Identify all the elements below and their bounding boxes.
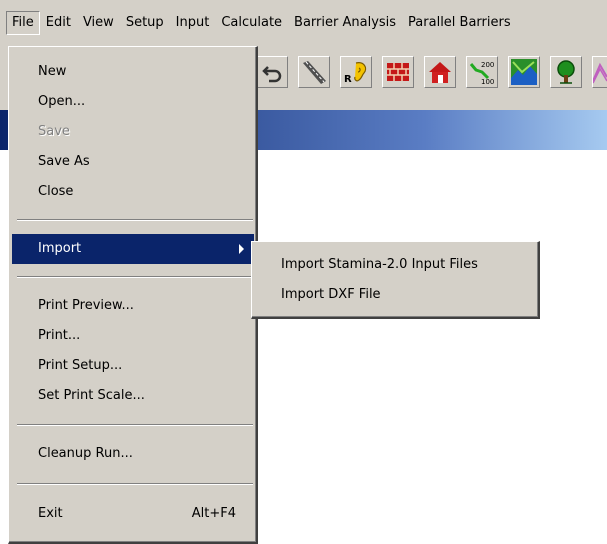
menu-barrier-analysis[interactable]: Barrier Analysis (288, 11, 402, 35)
menu-separator (17, 483, 253, 485)
menu-separator (17, 276, 253, 278)
road-button[interactable] (298, 56, 330, 88)
menu-edit[interactable]: Edit (40, 11, 77, 35)
building-icon (427, 59, 453, 85)
menu-item-save-as[interactable]: Save As (12, 147, 254, 177)
menu-parallel-barriers[interactable]: Parallel Barriers (402, 11, 517, 35)
receiver-label: R (344, 74, 352, 85)
menu-view[interactable]: View (77, 11, 120, 35)
contour-icon: 200 100 (468, 58, 496, 86)
menu-item-exit[interactable]: Exit Alt+F4 (12, 499, 254, 529)
menu-item-import-label: Import (38, 241, 82, 256)
menu-item-import-dxf[interactable]: Import DXF File (255, 280, 537, 310)
menu-item-save: Save (38, 124, 70, 139)
undo-button[interactable] (256, 56, 288, 88)
menu-setup[interactable]: Setup (120, 11, 170, 35)
menu-item-cleanup-run[interactable]: Cleanup Run... (12, 439, 254, 469)
ground-zone-icon (593, 59, 607, 85)
contour-label-high: 200 (481, 61, 494, 69)
menu-item-open[interactable]: Open... (12, 87, 254, 117)
menu-input[interactable]: Input (170, 11, 216, 35)
undo-icon (260, 60, 284, 84)
contour-button[interactable]: 200 100 (466, 56, 498, 88)
tree-zone-button[interactable] (550, 56, 582, 88)
menu-item-exit-label: Exit (38, 506, 63, 521)
menu-item-close[interactable]: Close (12, 177, 254, 207)
receiver-icon: R (342, 58, 370, 86)
menu-item-print[interactable]: Print... (12, 321, 254, 351)
menu-separator (17, 424, 253, 426)
barrier-button[interactable] (382, 56, 414, 88)
ground-zone-button[interactable] (592, 56, 607, 88)
import-submenu: Import Stamina-2.0 Input Files Import DX… (251, 241, 540, 319)
menu-file[interactable]: File (6, 11, 40, 35)
building-button[interactable] (424, 56, 456, 88)
receiver-button[interactable]: R (340, 56, 372, 88)
menu-item-import[interactable]: Import (12, 234, 254, 264)
menu-bar: File Edit View Setup Input Calculate Bar… (0, 0, 607, 46)
road-icon (300, 58, 328, 86)
contour-label-low: 100 (481, 78, 494, 86)
menu-item-print-preview[interactable]: Print Preview... (12, 291, 254, 321)
menu-item-print-setup[interactable]: Print Setup... (12, 351, 254, 381)
tree-zone-icon (553, 59, 579, 85)
menu-item-new[interactable]: New (12, 57, 254, 87)
menu-calculate[interactable]: Calculate (215, 11, 288, 35)
terrain-button[interactable] (508, 56, 540, 88)
exit-shortcut: Alt+F4 (191, 506, 236, 521)
menu-item-import-stamina[interactable]: Import Stamina-2.0 Input Files (255, 250, 537, 280)
file-menu-dropdown: New Open... Save Save As Close Import Pr… (8, 46, 258, 544)
terrain-icon (510, 58, 538, 86)
submenu-arrow-icon (239, 244, 244, 254)
menu-separator (17, 219, 253, 221)
menu-bar-row: File Edit View Setup Input Calculate Bar… (0, 11, 517, 35)
menu-item-set-print-scale[interactable]: Set Print Scale... (12, 381, 254, 411)
barrier-icon (385, 59, 411, 85)
